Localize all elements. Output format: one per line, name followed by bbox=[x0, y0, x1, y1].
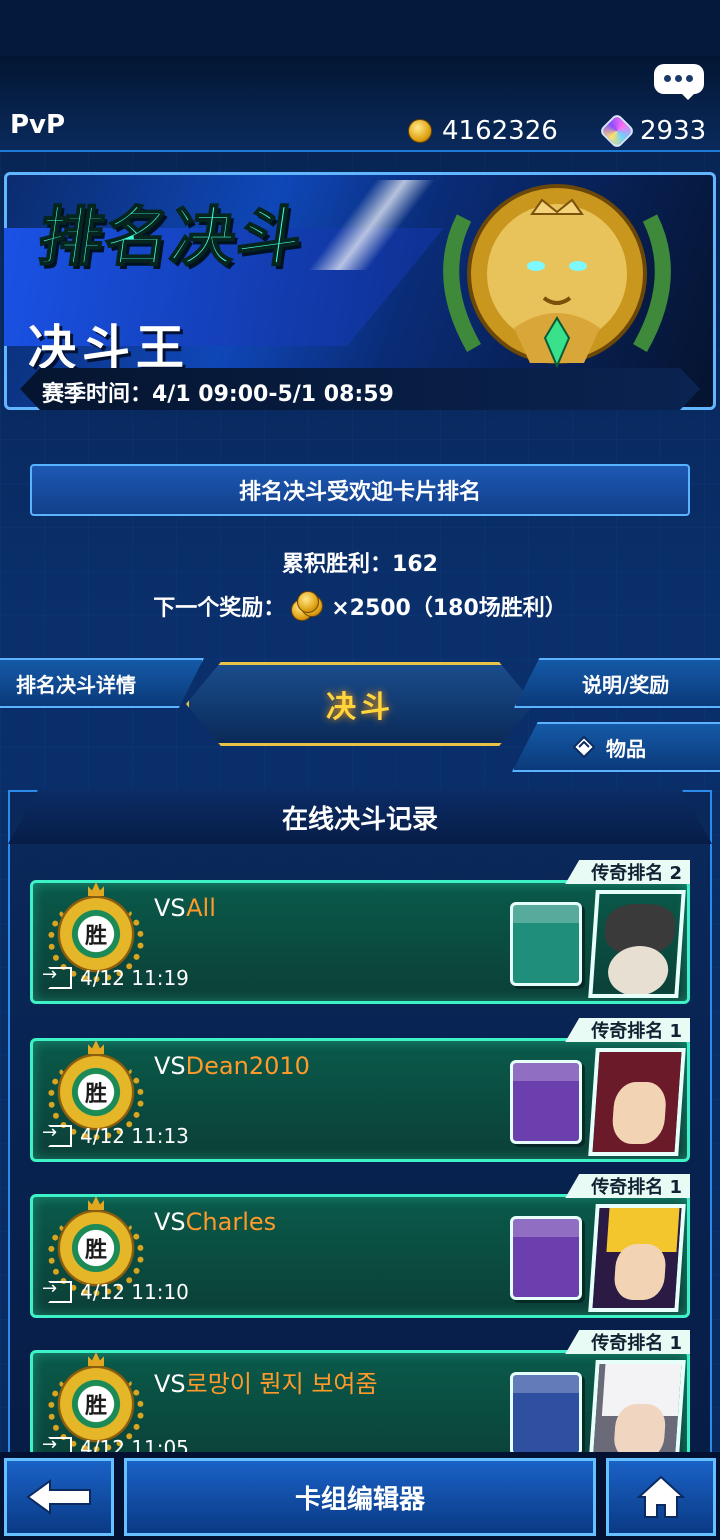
duel-label: 决斗 bbox=[326, 690, 394, 725]
duel-record-row[interactable]: 传奇排名 1 胜 VSCharles 4/12 11:10 bbox=[30, 1174, 690, 1318]
deck-box-icon bbox=[510, 1216, 582, 1300]
opponent-avatar bbox=[588, 1048, 686, 1156]
total-wins: 累积胜利：162 bbox=[282, 552, 438, 577]
record-timestamp: 4/12 11:10 bbox=[80, 1280, 189, 1304]
info-rewards-button[interactable]: 说明/奖励 bbox=[514, 658, 720, 708]
gold-counter: 4162326 bbox=[408, 114, 558, 148]
duel-record-row[interactable]: 传奇排名 1 胜 VSDean2010 4/12 11:13 bbox=[30, 1018, 690, 1162]
popular-cards-ranking-button[interactable]: 排名决斗受欢迎卡片排名 bbox=[30, 464, 690, 516]
deck-box-icon bbox=[510, 902, 582, 986]
opponent-name: All bbox=[186, 894, 216, 922]
opponent-name: Dean2010 bbox=[185, 1052, 310, 1080]
record-time: 4/12 11:10 bbox=[42, 1278, 189, 1304]
back-button[interactable] bbox=[4, 1458, 114, 1536]
popular-cards-label: 排名决斗受欢迎卡片排名 bbox=[238, 480, 481, 505]
vs-label: VS bbox=[154, 894, 187, 922]
deck-editor-button[interactable]: 卡组编辑器 bbox=[124, 1458, 596, 1536]
gem-counter: 2933 bbox=[598, 112, 707, 150]
opponent-line: VSAll bbox=[154, 894, 216, 922]
record-time: 4/12 11:19 bbox=[42, 964, 189, 990]
vs-label: VS bbox=[154, 1052, 186, 1080]
opponent-line: VS로망이 뭔지 보여줌 bbox=[154, 1364, 378, 1399]
duel-records-title: 在线决斗记录 bbox=[281, 804, 438, 835]
next-reward-label: 下一个奖励： bbox=[153, 596, 286, 621]
rank-badge: 传奇排名 1 bbox=[565, 1330, 690, 1354]
opponent-line: VSDean2010 bbox=[154, 1052, 310, 1080]
opponent-avatar bbox=[588, 890, 686, 998]
result-label: 胜 bbox=[84, 924, 107, 949]
record-timestamp: 4/12 11:13 bbox=[80, 1124, 189, 1148]
record-time: 4/12 11:13 bbox=[42, 1122, 189, 1148]
next-reward: 下一个奖励： ×2500（180场胜利） bbox=[0, 590, 720, 622]
gold-amount: 4162326 bbox=[442, 116, 558, 146]
result-label: 胜 bbox=[84, 1394, 107, 1419]
coin-stack-icon bbox=[291, 591, 325, 621]
duel-button[interactable]: 决斗 bbox=[186, 662, 534, 746]
items-label: 物品 bbox=[606, 736, 646, 761]
chat-icon[interactable] bbox=[654, 64, 704, 100]
rank-badge: 传奇排名 1 bbox=[565, 1174, 690, 1198]
rank-badge: 传奇排名 1 bbox=[565, 1018, 690, 1042]
deck-box-icon bbox=[510, 1060, 582, 1144]
season-time: 赛季时间：4/1 09:00-5/1 08:59 bbox=[42, 382, 394, 407]
lion-emblem-icon bbox=[443, 184, 671, 368]
opponent-avatar bbox=[588, 1204, 686, 1312]
gem-amount: 2933 bbox=[640, 116, 707, 146]
login-icon bbox=[42, 1122, 72, 1147]
gem-icon bbox=[598, 112, 636, 150]
deck-editor-label: 卡组编辑器 bbox=[294, 1484, 425, 1515]
status-strip bbox=[0, 0, 720, 56]
banner-rank: 决斗王 bbox=[28, 320, 191, 376]
item-tag-icon bbox=[572, 735, 596, 759]
home-icon bbox=[637, 1475, 685, 1518]
details-label: 排名决斗详情 bbox=[16, 672, 136, 697]
login-icon bbox=[42, 1278, 72, 1303]
duel-records-header: 在线决斗记录 bbox=[8, 790, 712, 844]
opponent-line: VSCharles bbox=[154, 1208, 276, 1236]
login-icon bbox=[42, 964, 72, 989]
next-reward-value: ×2500（180场胜利） bbox=[331, 596, 567, 621]
items-button[interactable]: 物品 bbox=[512, 722, 720, 772]
result-label: 胜 bbox=[84, 1082, 107, 1107]
info-rewards-label: 说明/奖励 bbox=[582, 672, 670, 697]
result-label: 胜 bbox=[84, 1238, 107, 1263]
opponent-name: 로망이 뭔지 보여줌 bbox=[185, 1370, 378, 1398]
vs-label: VS bbox=[154, 1370, 186, 1398]
deck-box-icon bbox=[510, 1372, 582, 1456]
back-arrow-icon bbox=[26, 1479, 91, 1515]
banner-title: 排名决斗 bbox=[33, 200, 309, 276]
gold-coin-icon bbox=[408, 119, 432, 143]
page-title: PvP bbox=[10, 110, 66, 140]
ranked-duel-details-button[interactable]: 排名决斗详情 bbox=[0, 658, 204, 708]
duel-record-row[interactable]: 传奇排名 2 胜 VSAll 4/12 11:19 bbox=[30, 860, 690, 1004]
home-button[interactable] bbox=[606, 1458, 716, 1536]
vs-label: VS bbox=[154, 1208, 186, 1236]
record-timestamp: 4/12 11:19 bbox=[80, 966, 189, 990]
opponent-name: Charles bbox=[185, 1208, 277, 1236]
rank-badge: 传奇排名 2 bbox=[565, 860, 690, 884]
